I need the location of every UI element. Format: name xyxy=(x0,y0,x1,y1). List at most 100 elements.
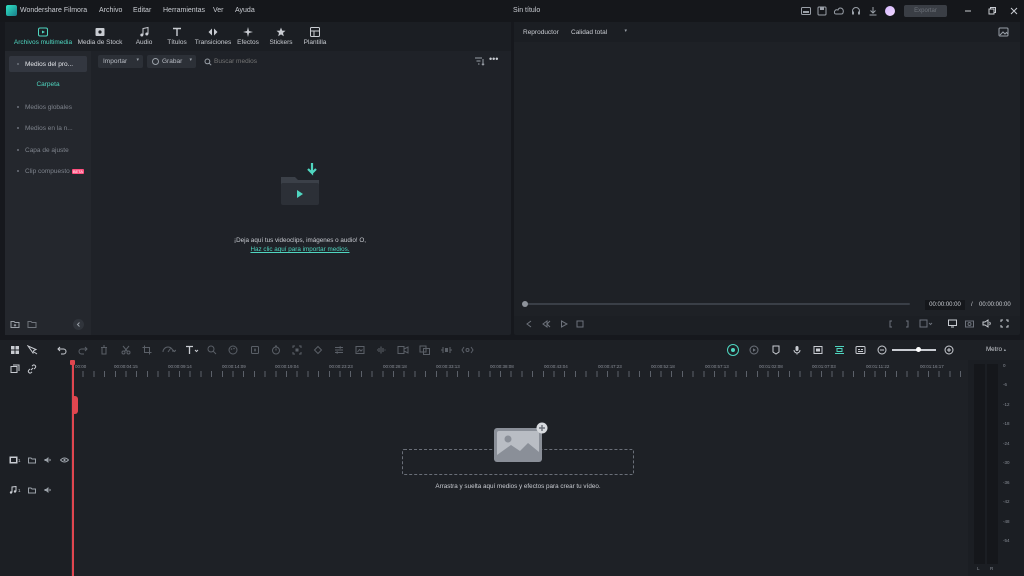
download-icon[interactable] xyxy=(867,5,879,17)
snapshot-camera-icon[interactable] xyxy=(965,319,974,328)
color-palette-icon[interactable] xyxy=(228,345,238,355)
crop-dropdown-icon[interactable] xyxy=(919,319,933,328)
sidebar-item-adjustment-layer[interactable]: Capa de ajuste xyxy=(9,142,87,158)
audio-mixer-icon[interactable] xyxy=(813,345,823,355)
minimize-icon[interactable] xyxy=(962,5,974,17)
sidebar-item-compound-clip[interactable]: Clip compuesto BETA xyxy=(9,163,87,179)
filter-sort-icon[interactable] xyxy=(474,56,485,67)
menu-ayuda[interactable]: Ayuda xyxy=(235,7,255,14)
record-voiceover-icon[interactable] xyxy=(397,345,409,355)
import-dropdown[interactable]: Importar ▾ xyxy=(98,55,143,68)
zoom-slider-track[interactable] xyxy=(892,349,936,351)
new-folder-icon[interactable] xyxy=(10,319,20,329)
sidebar-item-project-media[interactable]: Medios del pro... xyxy=(9,56,87,72)
freeze-frame-icon[interactable] xyxy=(440,345,453,355)
ai-image-icon[interactable] xyxy=(355,345,365,355)
cloud-upload-icon[interactable] xyxy=(833,5,845,17)
zoom-in-icon[interactable] xyxy=(944,345,954,355)
mark-in-icon[interactable] xyxy=(887,320,895,328)
add-media-image-icon[interactable] xyxy=(492,422,550,466)
mute-speaker-icon[interactable] xyxy=(44,456,52,464)
snap-magnet-icon[interactable] xyxy=(834,345,845,355)
meter-dropdown[interactable]: Metro ▴ xyxy=(978,346,1014,353)
menu-editar[interactable]: Editar xyxy=(133,7,151,14)
import-media-link[interactable]: Haz clic aquí para importar medios. xyxy=(185,246,415,253)
split-scissors-icon[interactable] xyxy=(121,345,131,355)
folder-track-icon[interactable] xyxy=(28,486,36,494)
adjust-sliders-icon[interactable] xyxy=(334,345,344,355)
video-preview-screen[interactable] xyxy=(514,42,1020,316)
fullscreen-icon[interactable] xyxy=(1000,319,1009,328)
ruler-timestamp: 00:01:07:03 xyxy=(812,364,836,369)
current-time[interactable]: 00:00:00:00 xyxy=(925,300,965,310)
restore-icon[interactable] xyxy=(986,5,998,17)
tab-plantilla[interactable]: Plantilla xyxy=(290,26,340,50)
crop-icon[interactable] xyxy=(142,345,152,355)
add-track-icon[interactable] xyxy=(10,364,20,374)
text-tool-icon[interactable] xyxy=(185,345,199,355)
microphone-icon[interactable] xyxy=(792,345,802,355)
zoom-out-icon[interactable] xyxy=(877,345,887,355)
select-cursor-icon[interactable] xyxy=(27,345,38,355)
menu-herramientas[interactable]: Herramientas xyxy=(163,7,205,14)
captions-icon[interactable] xyxy=(855,345,866,355)
mute-speaker-icon[interactable] xyxy=(44,486,52,494)
previous-frame-icon[interactable] xyxy=(525,320,533,328)
play-icon[interactable] xyxy=(560,320,568,328)
ai-tool-icon[interactable] xyxy=(250,345,260,355)
playhead-handle[interactable] xyxy=(70,360,75,365)
eye-visibility-icon[interactable] xyxy=(60,457,69,463)
folder-icon[interactable] xyxy=(27,319,37,329)
stabilize-icon[interactable] xyxy=(461,345,474,355)
redo-icon[interactable] xyxy=(78,345,88,355)
auto-ripple-toggle[interactable] xyxy=(727,344,739,356)
tab-archivos-multimedia[interactable]: Archivos multimedia xyxy=(11,26,75,50)
volume-icon[interactable] xyxy=(982,319,992,328)
delete-icon[interactable] xyxy=(99,345,109,355)
user-avatar[interactable] xyxy=(885,6,895,16)
timeline-ruler[interactable]: 00:00 00:00:04:15 00:00:09:14 00:00:14:0… xyxy=(72,360,968,378)
meter-scale-label: -48 xyxy=(1003,519,1010,524)
playhead-track-marker[interactable] xyxy=(72,396,78,414)
folder-track-icon[interactable] xyxy=(28,456,36,464)
zoom-slider-handle[interactable] xyxy=(916,347,921,352)
monitor-display-icon[interactable] xyxy=(948,319,957,328)
collapse-sidebar-button[interactable] xyxy=(73,319,84,330)
stop-icon[interactable] xyxy=(576,320,584,328)
undo-icon[interactable] xyxy=(57,345,67,355)
audio-stretch-icon[interactable] xyxy=(376,345,386,355)
menu-archivo[interactable]: Archivo xyxy=(99,7,122,14)
mask-icon[interactable] xyxy=(313,345,323,355)
close-icon[interactable] xyxy=(1008,5,1020,17)
sidebar-item-global-media[interactable]: Medios globales xyxy=(9,99,87,115)
speed-icon[interactable] xyxy=(162,345,176,355)
playback-progress-bar[interactable] xyxy=(524,303,910,305)
record-dropdown[interactable]: Grabar ▾ xyxy=(147,55,196,68)
render-preview-icon[interactable] xyxy=(749,345,759,355)
meter-bar-left xyxy=(974,364,985,564)
playback-scrubber-handle[interactable] xyxy=(522,301,528,307)
layout-icon[interactable] xyxy=(800,5,812,17)
fit-frame-icon[interactable] xyxy=(292,345,302,355)
quality-dropdown[interactable]: Calidad total ▾ xyxy=(566,26,630,38)
tab-media-de-stock[interactable]: Media de Stock xyxy=(75,26,125,50)
save-icon[interactable] xyxy=(816,5,828,17)
search-input[interactable] xyxy=(214,55,364,68)
headset-support-icon[interactable] xyxy=(850,5,862,17)
link-icon[interactable] xyxy=(27,364,37,374)
snapshot-image-icon[interactable] xyxy=(998,27,1009,37)
sidebar-item-cloud-media[interactable]: Medios en la n... xyxy=(9,120,87,136)
step-back-icon[interactable] xyxy=(542,320,551,328)
sidebar-item-folder[interactable]: Carpeta xyxy=(5,81,91,88)
zoom-search-icon[interactable] xyxy=(207,345,217,355)
group-clips-icon[interactable] xyxy=(419,345,431,355)
timer-duration-icon[interactable] xyxy=(271,345,281,355)
menu-ver[interactable]: Ver xyxy=(213,7,224,14)
more-options-icon[interactable]: ••• xyxy=(489,55,501,67)
grid-layout-icon[interactable] xyxy=(10,345,20,355)
export-button[interactable]: Exportar xyxy=(904,5,947,17)
marker-icon[interactable] xyxy=(771,345,781,355)
mark-out-icon[interactable] xyxy=(903,320,911,328)
playhead-line[interactable] xyxy=(72,360,74,576)
import-media-folder-icon[interactable] xyxy=(275,159,325,209)
